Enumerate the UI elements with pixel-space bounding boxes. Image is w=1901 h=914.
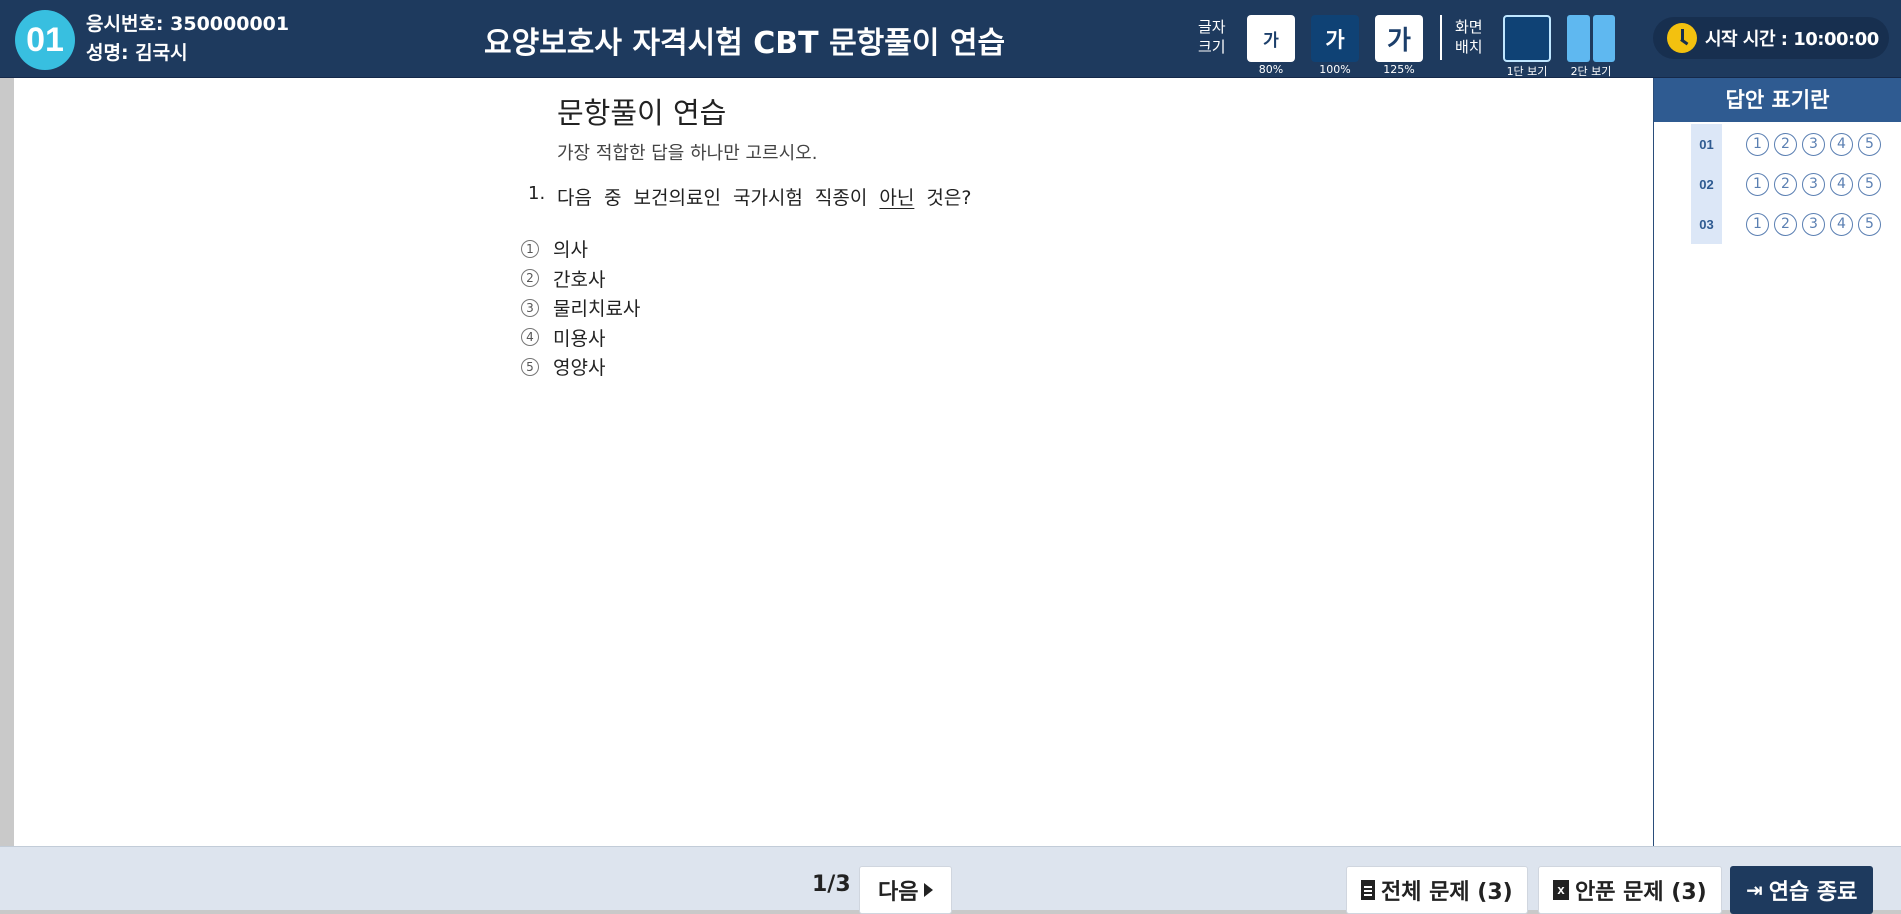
answer-row-01: 01 1 2 3 4 5 <box>1691 124 1901 164</box>
exam-name: 성명: 김국시 <box>86 42 188 64</box>
choice-list: 1 의사 2 간호사 3 물리치료사 4 미용사 5 영양사 <box>521 234 640 382</box>
choice-4[interactable]: 4 미용사 <box>521 323 640 353</box>
next-button[interactable]: 다음 <box>859 866 953 914</box>
answer-row-number: 02 <box>1699 176 1714 192</box>
choice-2[interactable]: 2 간호사 <box>521 264 640 294</box>
font-size-label-line1: 글자 <box>1198 18 1226 36</box>
next-button-label: 다음 <box>878 880 919 905</box>
clock-icon <box>1667 23 1697 53</box>
font-size-80-label: 80% <box>1258 63 1284 76</box>
question-text-underlined: 아닌 <box>879 187 915 209</box>
font-size-125-label: 125% <box>1383 63 1415 76</box>
answer-sheet: 답안 표기란 01 1 2 3 4 5 02 1 2 3 4 5 03 1 2 … <box>1653 78 1901 846</box>
answer-bubbles: 1 2 3 4 5 <box>1746 172 1881 196</box>
excel-icon: x <box>1553 880 1569 900</box>
answer-bubble[interactable]: 1 <box>1746 132 1769 156</box>
exit-practice-label: 연습 종료 <box>1768 880 1858 905</box>
timer-text: 시작 시간 : 10:00:00 <box>1705 29 1879 50</box>
answer-row-number: 03 <box>1699 216 1714 232</box>
choice-1[interactable]: 1 의사 <box>521 234 640 264</box>
exit-practice-button[interactable]: ⇥ 연습 종료 <box>1730 866 1874 914</box>
layout-label-line1: 화면 <box>1455 18 1483 36</box>
header-divider <box>1440 15 1442 60</box>
choice-5[interactable]: 5 영양사 <box>521 352 640 382</box>
font-size-label-line2: 크기 <box>1198 38 1226 56</box>
unsolved-questions-button[interactable]: x 안푼 문제 (3) <box>1538 866 1722 914</box>
question-text: 다음 중 보건의료인 국가시험 직종이 아닌 것은? <box>557 183 971 210</box>
choice-marker: 1 <box>521 239 539 258</box>
font-size-125-button[interactable]: 가 <box>1375 15 1423 62</box>
answer-bubbles: 1 2 3 4 5 <box>1746 212 1881 236</box>
answer-sheet-title: 답안 표기란 <box>1654 78 1901 122</box>
all-questions-label: 전체 문제 (3) <box>1381 880 1513 905</box>
all-questions-button[interactable]: 전체 문제 (3) <box>1346 866 1528 914</box>
answer-bubble[interactable]: 3 <box>1802 172 1825 196</box>
layout-label: 화면 배치 <box>1455 17 1483 57</box>
caret-right-icon <box>924 883 934 897</box>
answer-row-03: 03 1 2 3 4 5 <box>1691 204 1901 244</box>
answer-row-02: 02 1 2 3 4 5 <box>1691 164 1901 204</box>
answer-bubble[interactable]: 5 <box>1858 212 1881 236</box>
answer-bubble[interactable]: 3 <box>1802 132 1825 156</box>
exam-number: 응시번호: 350000001 <box>86 13 290 35</box>
layout-column-right <box>1592 15 1615 62</box>
answer-bubble[interactable]: 5 <box>1858 132 1881 156</box>
font-size-label: 글자 크기 <box>1198 17 1226 57</box>
document-icon <box>1361 880 1375 900</box>
bottom-bar: 1/3 다음 전체 문제 (3) x 안푼 문제 (3) ⇥ 연습 종료 <box>0 846 1901 914</box>
question-page-title: 문항풀이 연습 <box>557 96 727 130</box>
answer-bubble[interactable]: 4 <box>1830 132 1853 156</box>
choice-marker: 3 <box>521 298 539 317</box>
exam-info: 응시번호: 350000001 성명: 김국시 <box>86 10 289 68</box>
exam-badge: 01 <box>15 10 75 70</box>
choice-marker: 5 <box>521 357 539 376</box>
font-size-100-label: 100% <box>1319 63 1351 76</box>
answer-bubble[interactable]: 1 <box>1746 212 1769 236</box>
exit-icon: ⇥ <box>1746 878 1763 902</box>
layout-label-line2: 배치 <box>1455 38 1483 56</box>
page-title: 요양보호사 자격시험 CBT 문항풀이 연습 <box>484 26 1006 61</box>
answer-bubbles: 1 2 3 4 5 <box>1746 132 1881 156</box>
header: 01 응시번호: 350000001 성명: 김국시 요양보호사 자격시험 CB… <box>0 0 1901 78</box>
timer: 시작 시간 : 10:00:00 <box>1653 17 1889 59</box>
font-size-100-button[interactable]: 가 <box>1311 15 1359 62</box>
answer-row-number: 01 <box>1699 136 1714 152</box>
answer-bubble[interactable]: 1 <box>1746 172 1769 196</box>
answer-bubble[interactable]: 4 <box>1830 212 1853 236</box>
answer-bubble[interactable]: 3 <box>1802 212 1825 236</box>
choice-marker: 4 <box>521 328 539 347</box>
choice-3[interactable]: 3 물리치료사 <box>521 293 640 323</box>
font-size-80-button[interactable]: 가 <box>1247 15 1295 62</box>
choice-label: 물리치료사 <box>553 298 641 321</box>
layout-double-button[interactable] <box>1567 15 1615 62</box>
layout-double-label: 2단 보기 <box>1570 65 1612 78</box>
answer-bubble[interactable]: 2 <box>1774 172 1797 196</box>
instruction: 가장 적합한 답을 하나만 고르시오. <box>557 143 818 164</box>
choice-label: 간호사 <box>553 268 606 291</box>
answer-bubble[interactable]: 5 <box>1858 172 1881 196</box>
question-text-after: 것은? <box>926 187 972 209</box>
unsolved-questions-label: 안푼 문제 (3) <box>1575 880 1707 905</box>
question-text-before: 다음 중 보건의료인 국가시험 직종이 <box>557 187 868 209</box>
choice-label: 미용사 <box>553 327 606 350</box>
choice-marker: 2 <box>521 269 539 288</box>
question-number: 1. <box>528 183 546 204</box>
layout-column-left <box>1567 15 1590 62</box>
page-indicator: 1/3 <box>812 872 851 897</box>
choice-label: 영양사 <box>553 357 606 380</box>
question-paper: 문항풀이 연습 가장 적합한 답을 하나만 고르시오. 1. 다음 중 보건의료… <box>14 78 1653 846</box>
choice-label: 의사 <box>553 239 588 262</box>
layout-single-label: 1단 보기 <box>1506 65 1548 78</box>
layout-single-button[interactable] <box>1503 15 1551 62</box>
answer-bubble[interactable]: 2 <box>1774 212 1797 236</box>
answer-bubble[interactable]: 2 <box>1774 132 1797 156</box>
answer-bubble[interactable]: 4 <box>1830 172 1853 196</box>
